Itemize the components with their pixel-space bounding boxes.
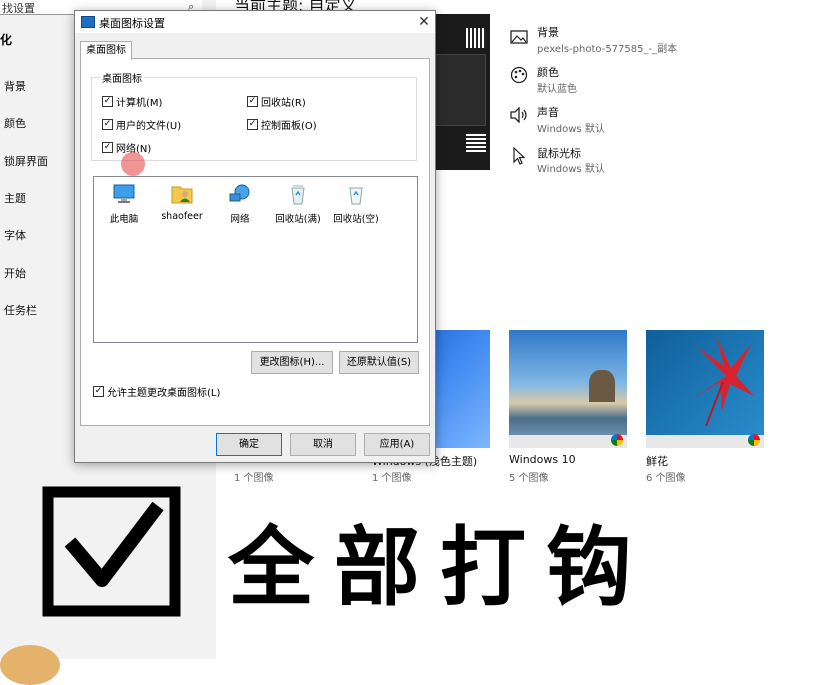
sidebar-heading: 化 [0, 33, 13, 47]
property-color-value: 默认蓝色 [537, 84, 577, 95]
property-cursor-title[interactable]: 鼠标光标 [537, 145, 581, 161]
computer-icon [112, 183, 136, 205]
checkbox-label: 允许主题更改桌面图标(L) [107, 388, 221, 399]
restore-default-button[interactable]: 还原默认值(S) [339, 351, 419, 374]
property-sound-value: Windows 默认 [537, 124, 605, 135]
big-checkbox-icon [42, 486, 181, 617]
user-folder-icon [170, 183, 194, 205]
palette-dot [611, 434, 623, 446]
sidebar-item-lockscreen[interactable]: 锁屏界面 [4, 153, 48, 169]
property-background-value: pexels-photo-577585_-_副本 [537, 44, 678, 55]
avatar [0, 645, 60, 685]
overlay-caption: 全部打钩 [228, 518, 652, 618]
theme-image-count: 5 个图像 [509, 473, 549, 484]
checkbox-box[interactable]: ✓ [247, 119, 258, 130]
tab-panel: 桌面图标 ✓ 计算机(M) ✓ 回收站(R) ✓ 用户的文件(U) ✓ 控制面板… [80, 58, 430, 426]
close-icon[interactable]: ✕ [413, 11, 435, 33]
recycle-bin-empty-icon [344, 183, 368, 205]
apply-button[interactable]: 应用(A) [364, 433, 430, 456]
tab-desktop-icons[interactable]: 桌面图标 [80, 41, 132, 60]
recycle-bin-full-icon [286, 183, 310, 205]
checkbox-box[interactable]: ✓ [247, 96, 258, 107]
theme-thumbnail-flowers[interactable] [646, 330, 764, 448]
checkbox-label: 控制面板(O) [261, 121, 317, 132]
checkbox-user-files[interactable]: ✓ 用户的文件(U) [102, 117, 181, 132]
theme-name: 鲜花 [646, 455, 668, 468]
sidebar-item-taskbar[interactable]: 任务栏 [4, 302, 37, 318]
property-color-title[interactable]: 颜色 [537, 64, 559, 80]
property-sound-title[interactable]: 声音 [537, 104, 559, 120]
checkbox-allow-themes[interactable]: ✓ 允许主题更改桌面图标(L) [93, 384, 220, 399]
flower-image [694, 336, 754, 426]
list-item-label: 此电脑 [109, 214, 139, 225]
ok-button[interactable]: 确定 [216, 433, 282, 456]
sidebar-item-start[interactable]: 开始 [4, 265, 26, 281]
theme-image-count: 6 个图像 [646, 473, 686, 484]
checkbox-box[interactable]: ✓ [102, 119, 113, 130]
list-item-this-pc[interactable]: 此电脑 [95, 183, 153, 225]
list-item-recycle-bin-full[interactable]: 回收站(满) [269, 183, 327, 225]
image-icon [508, 26, 530, 48]
checkbox-box[interactable]: ✓ [93, 386, 104, 397]
checkbox-recycle-bin[interactable]: ✓ 回收站(R) [247, 94, 306, 109]
cancel-button[interactable]: 取消 [290, 433, 356, 456]
checkbox-control-panel[interactable]: ✓ 控制面板(O) [247, 117, 317, 132]
theme-thumbnail-windows10[interactable] [509, 330, 627, 448]
palette-dot [748, 434, 760, 446]
desktop-icon-settings-dialog: 桌面图标设置 ✕ 桌面图标 桌面图标 ✓ 计算机(M) ✓ 回收站(R) ✓ 用… [74, 10, 436, 463]
checkbox-box[interactable]: ✓ [102, 96, 113, 107]
sidebar-item-background[interactable]: 背景 [4, 78, 26, 94]
dialog-title: 桌面图标设置 [99, 17, 165, 30]
palette-icon [508, 64, 530, 86]
checkbox-computer[interactable]: ✓ 计算机(M) [102, 94, 162, 109]
theme-image-count: 1 个图像 [372, 473, 412, 484]
group-label: 桌面图标 [100, 70, 144, 85]
change-icon-button[interactable]: 更改图标(H)... [251, 351, 333, 374]
theme-name: Windows 10 [509, 453, 576, 466]
checkbox-label: 计算机(M) [116, 98, 163, 109]
theme-image-count: 1 个图像 [234, 473, 274, 484]
sidebar-item-themes[interactable]: 主题 [4, 190, 26, 206]
cursor-icon [508, 145, 530, 167]
list-item-label: 回收站(满) [275, 214, 321, 225]
checkbox-box[interactable]: ✓ [102, 142, 113, 153]
list-item-label: 网络 [230, 214, 250, 225]
list-item-recycle-bin-empty[interactable]: 回收站(空) [327, 183, 385, 225]
theme-preview [430, 14, 490, 170]
desktop-icon-list[interactable]: 此电脑 shaofeer 网络 回收站(满) 回收站(空) [93, 176, 418, 343]
dialog-titlebar[interactable]: 桌面图标设置 ✕ [75, 11, 435, 33]
checkbox-label: 用户的文件(U) [116, 121, 182, 132]
network-icon [228, 183, 252, 205]
property-cursor-value: Windows 默认 [537, 164, 605, 175]
property-background-title[interactable]: 背景 [537, 24, 559, 40]
desktop-icons-group: 桌面图标 ✓ 计算机(M) ✓ 回收站(R) ✓ 用户的文件(U) ✓ 控制面板… [91, 70, 417, 161]
list-item-label: 回收站(空) [333, 214, 379, 225]
list-item-user-folder[interactable]: shaofeer [153, 183, 211, 222]
monitor-icon [81, 16, 95, 28]
list-item-network[interactable]: 网络 [211, 183, 269, 225]
list-item-label: shaofeer [161, 211, 203, 222]
sidebar-item-fonts[interactable]: 字体 [4, 227, 26, 243]
checkbox-label: 回收站(R) [261, 98, 306, 109]
speaker-icon [508, 104, 530, 126]
sidebar-item-colors[interactable]: 颜色 [4, 115, 26, 131]
click-highlight [121, 152, 145, 176]
